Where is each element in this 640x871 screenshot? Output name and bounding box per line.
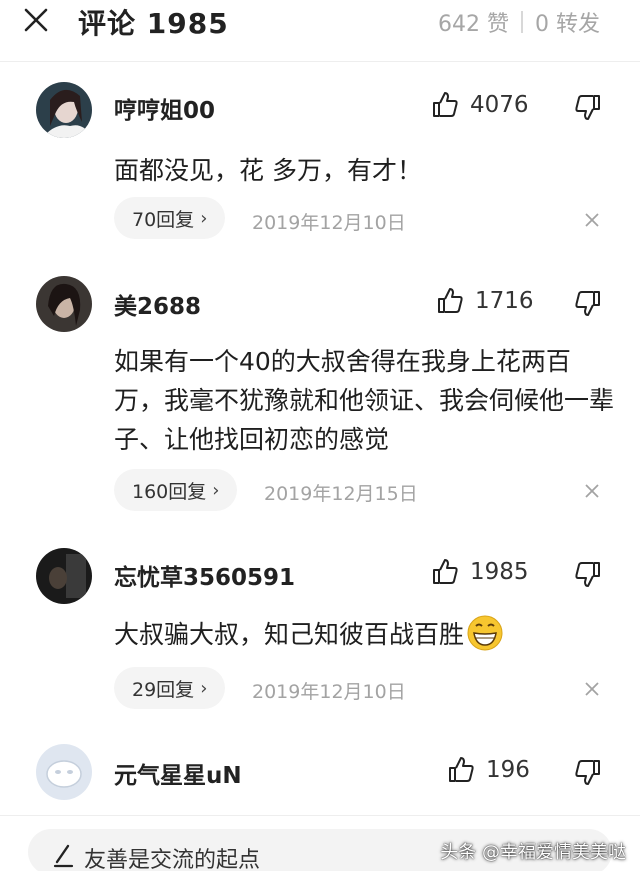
comment-username[interactable]: 元气星星uN bbox=[114, 756, 242, 790]
dismiss-x-icon[interactable] bbox=[582, 210, 602, 230]
thumbs-up-icon bbox=[438, 288, 463, 313]
thumbs-up-icon bbox=[433, 559, 458, 584]
like-button[interactable]: 1716 bbox=[435, 286, 534, 316]
comment-text-content: 大叔骗大叔，知己知彼百战百胜 bbox=[114, 620, 465, 649]
thumbs-down-icon[interactable] bbox=[573, 92, 603, 122]
thumbs-down-icon[interactable] bbox=[573, 559, 603, 589]
likes-count: 642 赞 bbox=[438, 12, 509, 37]
chevron-right-icon: › bbox=[200, 207, 208, 229]
like-button[interactable]: 196 bbox=[446, 755, 530, 785]
like-count: 4076 bbox=[470, 92, 529, 118]
post-stats: 642 赞 0 转发 bbox=[438, 6, 600, 38]
replies-button[interactable]: 160回复 › bbox=[114, 469, 238, 511]
close-icon[interactable] bbox=[20, 4, 52, 36]
page-title: 评论 1985 bbox=[78, 7, 229, 40]
replies-button[interactable]: 70回复 › bbox=[114, 197, 226, 239]
avatar[interactable] bbox=[36, 82, 92, 138]
stats-divider bbox=[521, 11, 523, 33]
comments-header: 评论 1985 642 赞 0 转发 bbox=[0, 0, 640, 62]
watermark: 头条 @幸福爱情美美哒 bbox=[440, 842, 626, 863]
chevron-right-icon: › bbox=[212, 479, 220, 501]
like-button[interactable]: 4076 bbox=[430, 90, 529, 120]
avatar[interactable] bbox=[36, 276, 92, 332]
comment-text: 大叔骗大叔，知己知彼百战百胜 bbox=[114, 614, 614, 654]
comment-text: 面都没见，花 多万，有才！ bbox=[114, 156, 422, 185]
comment-date: 2019年12月15日 bbox=[264, 483, 418, 505]
thumbs-up-icon bbox=[449, 757, 474, 782]
comment-username[interactable]: 哼哼姐00 bbox=[114, 91, 215, 125]
chevron-right-icon: › bbox=[200, 677, 208, 699]
input-placeholder: 友善是交流的起点 bbox=[84, 848, 261, 871]
comment-date: 2019年12月10日 bbox=[252, 681, 406, 703]
replies-count: 70回复 bbox=[132, 208, 195, 231]
like-count: 1716 bbox=[475, 288, 534, 314]
like-count: 1985 bbox=[470, 559, 529, 585]
shares-count: 0 转发 bbox=[535, 12, 600, 37]
thumbs-down-icon[interactable] bbox=[573, 757, 603, 787]
like-button[interactable]: 1985 bbox=[430, 557, 529, 587]
comment-text: 如果有一个40的大叔舍得在我身上花两百万，我毫不犹豫就和他领证、我会伺候他一辈子… bbox=[114, 347, 615, 454]
dismiss-x-icon[interactable] bbox=[582, 481, 602, 501]
avatar[interactable] bbox=[36, 548, 92, 604]
pen-icon bbox=[53, 844, 74, 868]
thumbs-up-icon bbox=[433, 92, 458, 117]
replies-count: 29回复 bbox=[132, 678, 195, 701]
comment-date: 2019年12月10日 bbox=[252, 212, 406, 234]
comment-username[interactable]: 美2688 bbox=[114, 287, 201, 321]
replies-count: 160回复 bbox=[132, 480, 207, 503]
grinning-face-emoji bbox=[467, 615, 503, 651]
dismiss-x-icon[interactable] bbox=[582, 679, 602, 699]
replies-button[interactable]: 29回复 › bbox=[114, 667, 226, 709]
like-count: 196 bbox=[486, 757, 530, 783]
comment-username[interactable]: 忘忧草3560591 bbox=[114, 558, 295, 592]
avatar[interactable] bbox=[36, 744, 92, 800]
thumbs-down-icon[interactable] bbox=[573, 288, 603, 318]
